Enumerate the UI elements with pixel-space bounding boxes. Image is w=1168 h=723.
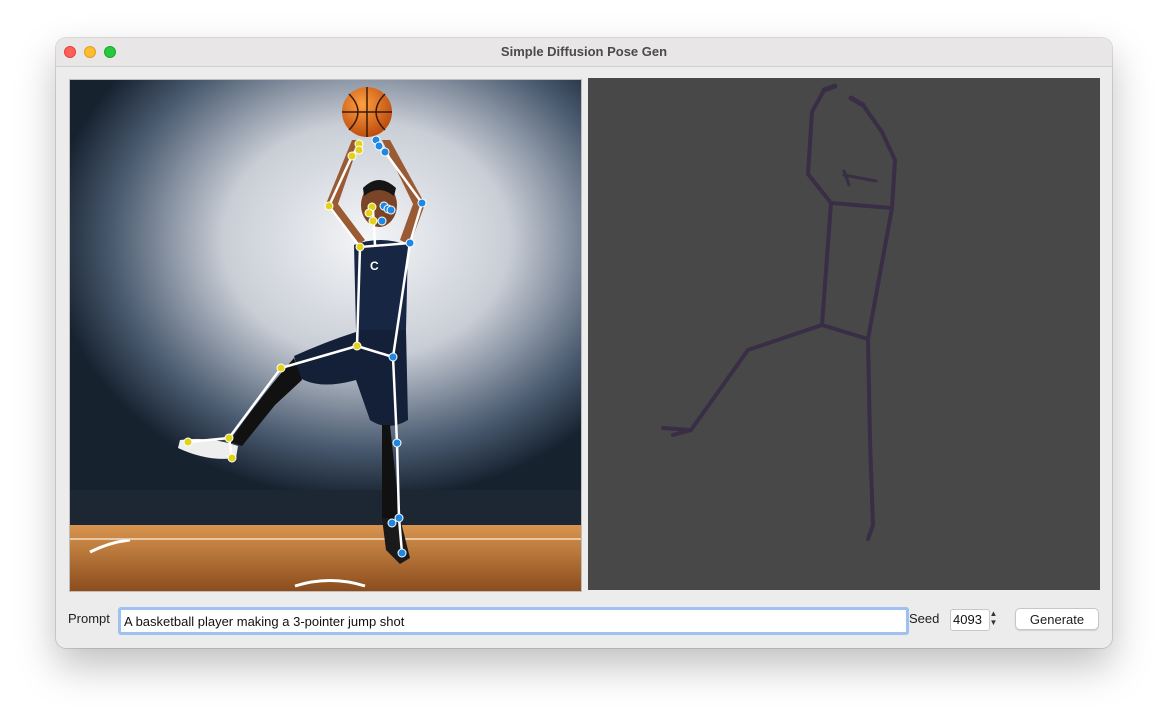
prompt-input[interactable]: [118, 607, 909, 635]
basketball-icon: [342, 87, 392, 137]
seed-input[interactable]: 4093: [950, 609, 990, 631]
app-window: Simple Diffusion Pose Gen C Prompt A bas…: [56, 38, 1112, 648]
generate-button[interactable]: Generate: [1015, 608, 1099, 630]
seed-label: Seed: [909, 611, 940, 626]
pose-stick-figure: [661, 83, 898, 541]
seed-stepper[interactable]: ▲ ▼: [988, 609, 999, 629]
pose-render: [588, 78, 1100, 590]
stepper-down-icon[interactable]: ▼: [988, 618, 999, 627]
backdrop: [70, 80, 581, 500]
prompt-label: Prompt: [68, 611, 110, 626]
stepper-up-icon[interactable]: ▲: [988, 609, 999, 618]
generated-image: C: [69, 79, 582, 592]
controls-row: Prompt Seed 4093 ▲ ▼ Generate: [56, 606, 1112, 635]
jersey-number: C: [370, 259, 379, 273]
window-title: Simple Diffusion Pose Gen: [500, 44, 668, 59]
court-wall: [70, 490, 581, 526]
title-bar: Simple Diffusion Pose Gen: [56, 38, 1112, 67]
generated-image-canvas: C: [70, 80, 581, 591]
